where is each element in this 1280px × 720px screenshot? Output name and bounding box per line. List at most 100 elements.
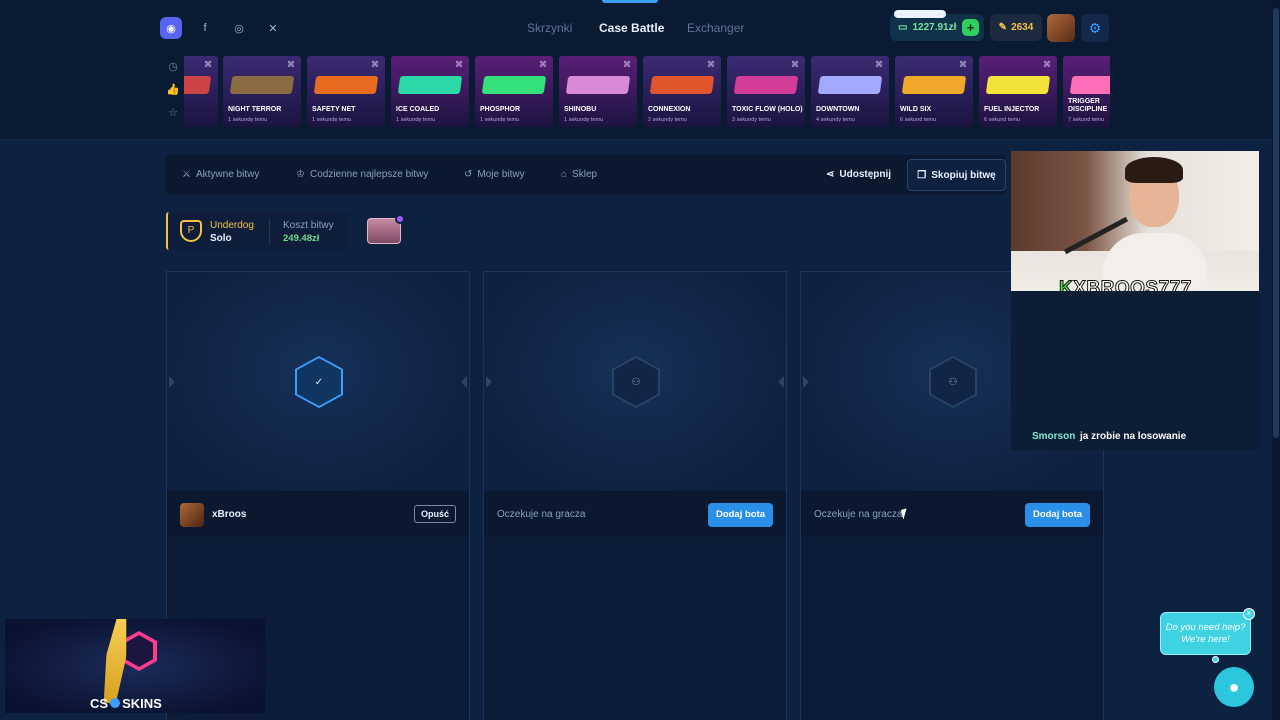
arrow-left-icon xyxy=(169,376,175,388)
case-icon: ⌘ xyxy=(875,60,883,69)
drop-name: DOWNTOWN xyxy=(816,106,860,113)
case-icon: ⌘ xyxy=(623,60,631,69)
thumbs-up-icon[interactable]: 👍 xyxy=(166,83,180,96)
tab-label: Sklep xyxy=(572,169,598,180)
points-box[interactable]: ✎ 2634 xyxy=(990,14,1042,41)
waiting-text: Oczekuje na gracza xyxy=(814,509,903,520)
settings-gear-icon[interactable]: ⚙ xyxy=(1081,14,1109,42)
chat-bubble-icon[interactable]: ● xyxy=(1214,667,1254,707)
drop-time: 6 sekund temu xyxy=(900,117,937,123)
drop-item[interactable]: ⌘ PHOSPHOR 1 sekundę temu xyxy=(475,56,553,127)
case-icon: ⌘ xyxy=(539,60,547,69)
drop-time: 7 sekund temu xyxy=(1068,117,1105,123)
weapon-image xyxy=(313,76,379,94)
weapon-image xyxy=(229,76,295,94)
drop-name: WILD SIX xyxy=(900,106,932,113)
case-chest-icon[interactable] xyxy=(367,214,405,244)
tab-shop[interactable]: ⌂ Sklep xyxy=(561,169,597,180)
weapon-image xyxy=(985,76,1051,94)
weapon-image xyxy=(397,76,463,94)
social-links: ◉ f ◎ ✕ xyxy=(160,17,284,39)
waiting-text: Oczekuje na gracza xyxy=(497,509,586,520)
case-icon: ⌘ xyxy=(287,60,295,69)
battle-info: P Underdog Solo Koszt bitwy 249.48zł xyxy=(166,212,349,250)
add-bot-button[interactable]: Dodaj bota xyxy=(708,503,773,527)
weapon-image xyxy=(733,76,799,94)
promo-banner[interactable]: CS SKINS xyxy=(5,619,265,713)
copy-battle-button[interactable]: ❐ Skopiuj bitwę xyxy=(907,159,1006,191)
stream-chat: Smorson ja zrobie na losowanie xyxy=(1011,291,1260,450)
player-avatar xyxy=(180,503,204,527)
x-icon[interactable]: ✕ xyxy=(262,17,284,39)
chat-message: ja zrobie na losowanie xyxy=(1080,431,1187,442)
drop-item[interactable]: ⌘ TOXIC FLOW (HOLO) 3 sekundy temu xyxy=(727,56,805,127)
tab-label: Codzienne najlepsze bitwy xyxy=(309,169,429,180)
discord-icon[interactable]: ◉ xyxy=(160,17,182,39)
drop-item[interactable]: ⌘ra xyxy=(184,56,218,127)
drop-name: CONNEXION xyxy=(648,106,691,113)
deposit-button[interactable]: + xyxy=(962,19,979,36)
balance-box[interactable]: ▭ 1227.91zł + xyxy=(890,10,984,41)
share-button[interactable]: ⋖ Udostępnij xyxy=(826,169,891,180)
drop-time: 3 sekundy temu xyxy=(732,117,771,123)
battle-type: Solo xyxy=(210,233,232,244)
close-icon[interactable]: × xyxy=(1243,608,1255,620)
drop-name: SHINOBU xyxy=(564,106,597,113)
instagram-icon[interactable]: ◎ xyxy=(228,17,250,39)
drop-item[interactable]: ⌘ DOWNTOWN 4 sekundy temu xyxy=(811,56,889,127)
drop-name: ICE COALED xyxy=(396,106,440,113)
drop-item[interactable]: ⌘ FUEL INJECTOR 6 sekund temu xyxy=(979,56,1057,127)
drop-item[interactable]: ⌘ ICE COALED 1 sekundę temu xyxy=(391,56,469,127)
drop-item[interactable]: ⌘ CONNEXION 2 sekundy temu xyxy=(643,56,721,127)
add-bot-button[interactable]: Dodaj bota xyxy=(1025,503,1090,527)
slot-arena: ✓ xyxy=(167,272,469,491)
trophy-icon: ♔ xyxy=(296,169,305,180)
weapon-image xyxy=(817,76,883,94)
battle-mode: Underdog xyxy=(210,220,254,231)
case-icon: ⌘ xyxy=(371,60,379,69)
underdog-shield-icon: P xyxy=(180,220,202,242)
drop-item[interactable]: ⌘ SHINOBU 1 sekundę temu xyxy=(559,56,637,127)
nav-skrzynki[interactable]: Skrzynki xyxy=(527,21,572,35)
drop-name: TOXIC FLOW (HOLO) xyxy=(732,106,803,113)
help-bubble[interactable]: Do you need help? We're here! × xyxy=(1160,608,1255,663)
player-name: xBroos xyxy=(212,509,247,520)
scrollbar[interactable] xyxy=(1272,0,1280,720)
slot-footer: Oczekuje na gracza Dodaj bota xyxy=(801,491,1103,537)
user-avatar[interactable] xyxy=(1047,14,1075,42)
star-icon[interactable]: ☆ xyxy=(168,106,178,119)
streamer-headset xyxy=(1125,157,1183,183)
case-icon: ⌘ xyxy=(1043,60,1051,69)
logo-left: CS xyxy=(90,696,109,711)
basket-icon: ⌂ xyxy=(561,169,568,180)
pencil-icon: ✎ xyxy=(998,22,1008,33)
streamer-handle: XBROOS777 xyxy=(1073,278,1192,292)
tab-my-battles[interactable]: ↺ Moje bitwy xyxy=(464,169,525,180)
drop-item[interactable]: ⌘ NIGHT TERROR 1 sekundę temu xyxy=(223,56,301,127)
logo-right: SKINS xyxy=(122,696,162,711)
tab-active-battles[interactable]: ⚔ Aktywne bitwy xyxy=(182,169,259,180)
battle-toolbar: ⚔ Aktywne bitwy ♔ Codzienne najlepsze bi… xyxy=(166,155,1006,195)
history-icon: ↺ xyxy=(464,169,473,180)
cost-label: Koszt bitwy xyxy=(283,220,334,231)
nav-exchanger[interactable]: Exchanger xyxy=(687,21,744,35)
tab-label: Moje bitwy xyxy=(477,169,525,180)
hexagon-ring xyxy=(121,631,157,671)
drop-name: SAFETY NET xyxy=(312,106,356,113)
facebook-icon[interactable]: f xyxy=(194,17,216,39)
case-icon: ⌘ xyxy=(204,60,212,69)
case-icon: ⌘ xyxy=(455,60,463,69)
weapon-image xyxy=(901,76,967,94)
nav-case-battle[interactable]: Case Battle xyxy=(599,21,664,35)
leave-button[interactable]: Opuść xyxy=(413,505,456,523)
slot-footer: xBroos Opuść xyxy=(167,491,469,537)
swords-icon: ⚔ xyxy=(182,169,191,180)
case-badge xyxy=(395,214,405,224)
drop-item[interactable]: ⌘ SAFETY NET 1 sekundę temu xyxy=(307,56,385,127)
scrollbar-thumb[interactable] xyxy=(1273,8,1279,438)
clock-icon[interactable]: ◷ xyxy=(168,60,178,73)
drop-item[interactable]: ⌘TRIGGER DISCIPLINE7 sekund temu xyxy=(1063,56,1110,127)
drop-item[interactable]: ⌘ WILD SIX 6 sekund temu xyxy=(895,56,973,127)
tab-daily-best[interactable]: ♔ Codzienne najlepsze bitwy xyxy=(296,169,428,180)
drop-time: 4 sekundy temu xyxy=(816,117,855,123)
